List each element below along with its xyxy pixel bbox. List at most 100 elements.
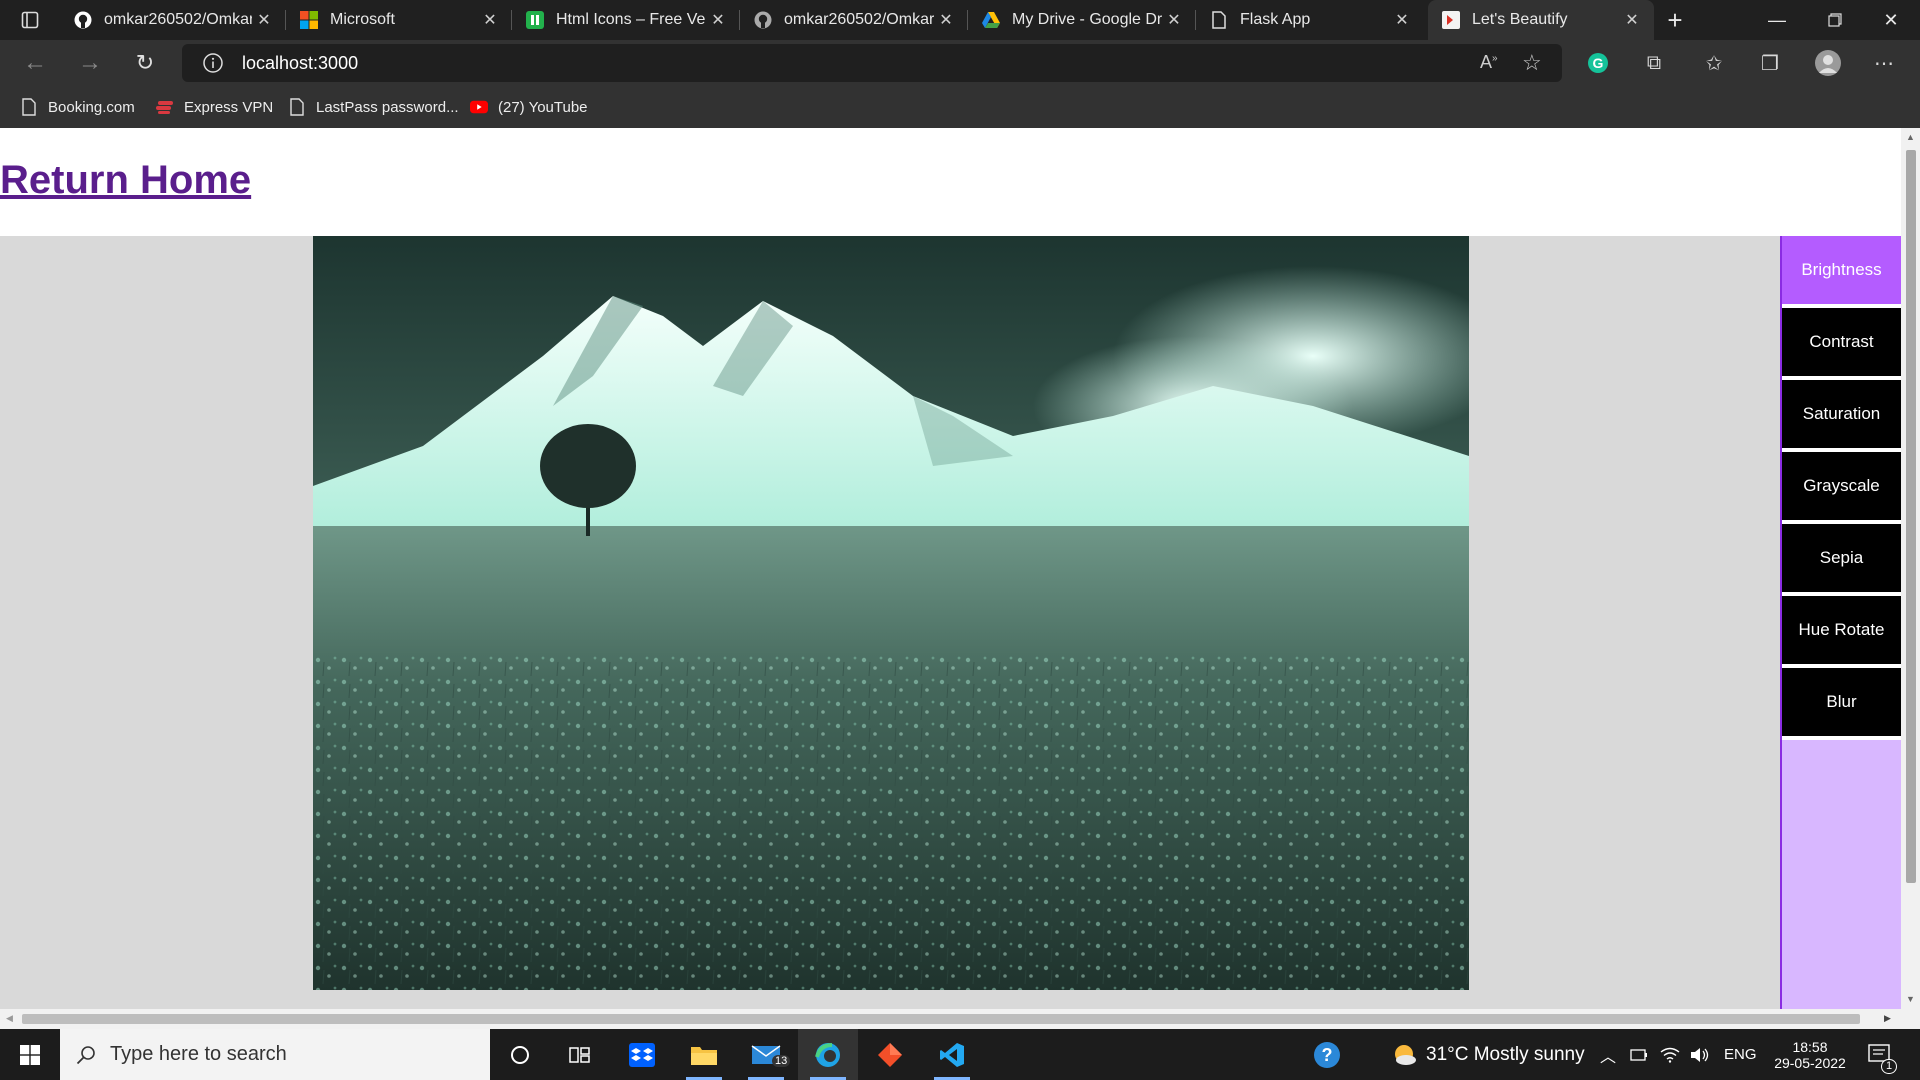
forward-icon[interactable]: → <box>70 40 110 86</box>
bookmark-label: (27) YouTube <box>498 98 588 116</box>
saturation-button[interactable]: Saturation <box>1782 380 1901 452</box>
close-icon[interactable]: ✕ <box>1620 10 1644 30</box>
clock[interactable]: 18:58 29-05-2022 <box>1770 1029 1850 1080</box>
edge-browser-icon[interactable] <box>798 1029 858 1080</box>
minimize-icon[interactable]: — <box>1748 0 1806 40</box>
tab-lets-beautify[interactable]: Let's Beautify ✕ <box>1428 0 1654 40</box>
url-text: localhost:3000 <box>242 53 359 73</box>
vscode-icon[interactable] <box>922 1029 982 1080</box>
new-tab-icon[interactable]: + <box>1648 0 1702 40</box>
address-bar[interactable]: localhost:3000 A» ☆ <box>182 44 1562 82</box>
microsoft-icon <box>300 11 318 29</box>
volume-icon[interactable] <box>1690 1029 1710 1080</box>
tab-html-icons[interactable]: Html Icons – Free Vec ✕ <box>512 0 740 40</box>
help-icon[interactable]: ? <box>1312 1029 1342 1080</box>
close-icon[interactable]: ✕ <box>706 10 730 30</box>
site-info-icon[interactable] <box>202 52 224 79</box>
bookmark-lastpass[interactable]: LastPass password... <box>288 86 459 128</box>
git-app-icon[interactable] <box>860 1029 920 1080</box>
vertical-scrollbar[interactable]: ▲ ▼ <box>1901 128 1920 1009</box>
weather-text: 31°C Mostly sunny <box>1426 1043 1585 1065</box>
read-aloud-icon[interactable]: A» <box>1480 52 1498 73</box>
bookmark-label: Express VPN <box>184 98 274 116</box>
scroll-up-icon[interactable]: ▲ <box>1906 132 1915 142</box>
hue-rotate-button[interactable]: Hue Rotate <box>1782 596 1901 668</box>
dropbox-icon[interactable] <box>612 1029 672 1080</box>
close-icon[interactable]: ✕ <box>1162 10 1186 30</box>
bookmark-label: Booking.com <box>48 98 135 116</box>
bookmark-youtube[interactable]: (27) YouTube <box>470 86 588 128</box>
profile-avatar-icon[interactable] <box>1808 40 1848 86</box>
close-window-icon[interactable]: ✕ <box>1862 0 1920 40</box>
vertical-scroll-thumb[interactable] <box>1906 150 1916 883</box>
sepia-button[interactable]: Sepia <box>1782 524 1901 596</box>
expressvpn-icon <box>156 98 174 116</box>
battery-icon[interactable] <box>1630 1029 1648 1080</box>
file-explorer-icon[interactable] <box>674 1029 734 1080</box>
scroll-left-icon[interactable]: ◀ <box>6 1013 13 1024</box>
cortana-icon[interactable] <box>490 1029 550 1080</box>
tab-github-2[interactable]: omkar260502/Omkar ✕ <box>740 0 968 40</box>
language-indicator[interactable]: ENG <box>1724 1029 1757 1080</box>
windows-taskbar: Type here to search 13 ? 31°C Mostly sun… <box>0 1029 1920 1080</box>
document-icon <box>20 98 38 116</box>
mail-badge: 13 <box>772 1055 791 1067</box>
notification-center-icon[interactable]: 1 <box>1868 1029 1898 1080</box>
scroll-right-icon[interactable]: ▶ <box>1884 1013 1891 1024</box>
wifi-icon[interactable] <box>1660 1029 1680 1080</box>
notification-badge: 1 <box>1881 1059 1898 1074</box>
tab-github-1[interactable]: omkar260502/Omkar ✕ <box>60 0 286 40</box>
collections-icon[interactable]: ❐ <box>1750 40 1790 86</box>
svg-text:G: G <box>1593 55 1604 71</box>
svg-text:?: ? <box>1322 1045 1333 1065</box>
brightness-button[interactable]: Brightness <box>1782 236 1901 308</box>
tab-actions-icon[interactable] <box>0 0 60 40</box>
blur-button[interactable]: Blur <box>1782 668 1901 740</box>
return-home-link[interactable]: Return Home <box>0 158 251 203</box>
close-icon[interactable]: ✕ <box>1390 10 1414 30</box>
close-icon[interactable]: ✕ <box>934 10 958 30</box>
search-placeholder: Type here to search <box>110 1043 287 1065</box>
tab-google-drive[interactable]: My Drive - Google Dr ✕ <box>968 0 1196 40</box>
add-favorite-icon[interactable]: ☆ <box>1522 50 1542 76</box>
youtube-icon <box>470 98 488 116</box>
tab-microsoft[interactable]: Microsoft ✕ <box>286 0 512 40</box>
horizontal-scroll-thumb[interactable] <box>22 1014 1860 1024</box>
bookmark-label: LastPass password... <box>316 98 459 116</box>
windows-start-icon[interactable] <box>0 1029 60 1080</box>
contrast-button[interactable]: Contrast <box>1782 308 1901 380</box>
tab-title: My Drive - Google Dr <box>1012 11 1162 28</box>
tab-title: Html Icons – Free Vec <box>556 11 706 28</box>
close-icon[interactable]: ✕ <box>252 10 276 30</box>
bookmark-expressvpn[interactable]: Express VPN <box>156 86 273 128</box>
tab-title: omkar260502/Omkar <box>784 11 934 28</box>
more-menu-icon[interactable]: ⋯ <box>1864 40 1904 86</box>
show-hidden-icons-icon[interactable]: ︿ <box>1600 1029 1616 1080</box>
back-icon[interactable]: ← <box>15 40 55 86</box>
task-view-icon[interactable] <box>550 1029 610 1080</box>
filter-sidebar: Brightness Contrast Saturation Grayscale… <box>1780 236 1901 1009</box>
beautify-icon <box>1442 11 1460 29</box>
grammarly-icon[interactable]: G <box>1578 40 1618 86</box>
grayscale-button[interactable]: Grayscale <box>1782 452 1901 524</box>
scroll-down-icon[interactable]: ▼ <box>1906 994 1915 1004</box>
taskbar-search-box[interactable]: Type here to search <box>60 1029 490 1080</box>
search-icon <box>76 1045 96 1065</box>
refresh-icon[interactable]: ↻ <box>125 40 165 86</box>
tab-title: Microsoft <box>330 11 395 28</box>
document-icon <box>1210 11 1228 29</box>
editor-area <box>0 236 1901 1009</box>
mail-icon[interactable]: 13 <box>736 1029 796 1080</box>
extensions-icon[interactable]: ⧉ <box>1634 40 1674 86</box>
close-icon[interactable]: ✕ <box>478 10 502 30</box>
weather-widget[interactable]: 31°C Mostly sunny <box>1392 1029 1585 1080</box>
github-icon <box>74 11 92 29</box>
tab-flask-app[interactable]: Flask App ✕ <box>1196 0 1424 40</box>
horizontal-scrollbar[interactable]: ◀ ▶ <box>0 1009 1920 1029</box>
browser-tab-bar: omkar260502/Omkar ✕ Microsoft ✕ Html Ico… <box>0 0 1920 40</box>
clock-time: 18:58 <box>1792 1038 1828 1055</box>
bookmark-booking[interactable]: Booking.com <box>20 86 135 128</box>
restore-icon[interactable] <box>1806 0 1864 40</box>
favorites-icon[interactable]: ✩ <box>1694 40 1734 86</box>
tab-title: Flask App <box>1240 11 1311 28</box>
